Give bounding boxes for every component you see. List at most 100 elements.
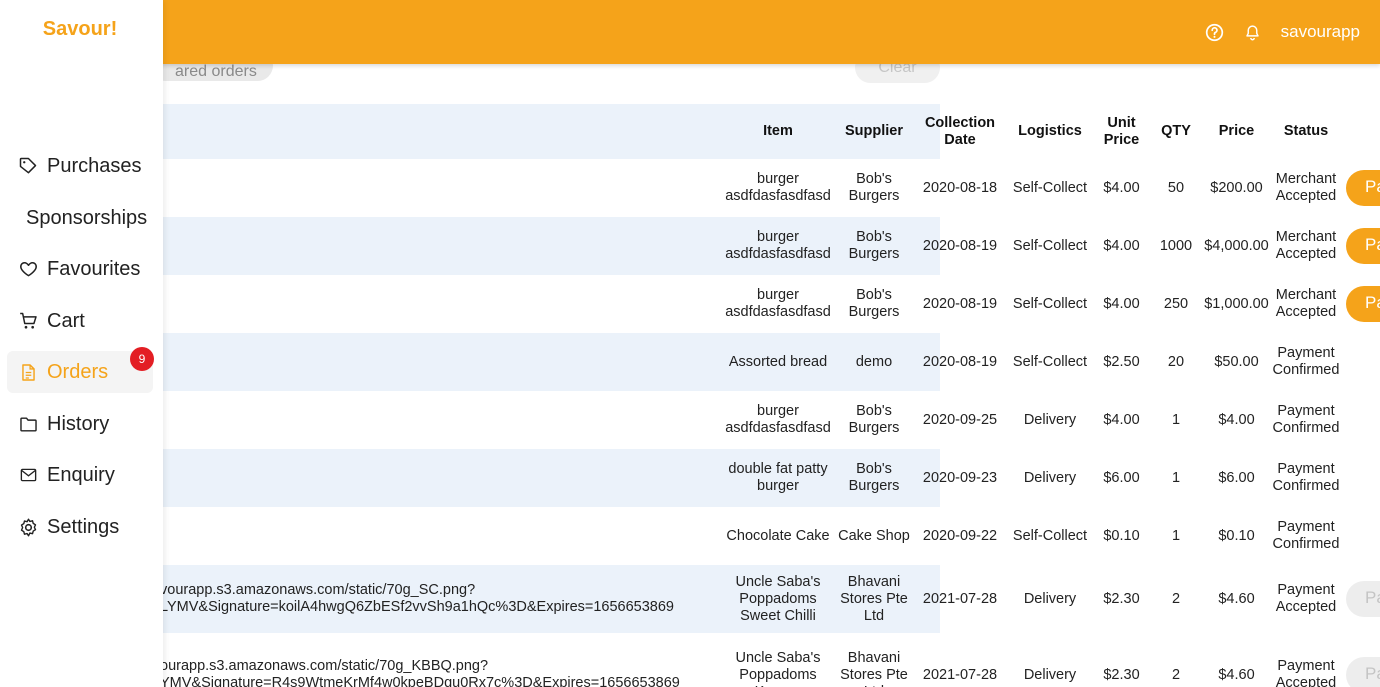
sidebar-item-sponsorships[interactable]: Sponsorships	[7, 197, 153, 239]
sidebar-item-label: History	[47, 412, 110, 435]
supplier-cell: demo	[855, 353, 893, 370]
logistics-cell: Self-Collect	[1012, 237, 1088, 254]
table-body: burger asdfdasfasdfasd Bob's Burgers 2020-…	[0, 159, 1380, 687]
brand-logo[interactable]: Savour!	[0, 18, 160, 41]
sidebar-item-label: Enquiry	[47, 463, 115, 486]
supplier-cell: Cake Shop	[838, 527, 910, 544]
item-cell: Assorted bread	[728, 353, 828, 370]
status-cell: Payment Confirmed	[1272, 519, 1340, 552]
status-cell: Merchant Accepted	[1275, 229, 1337, 262]
username-menu[interactable]: savourapp	[1281, 22, 1360, 42]
status-cell: Merchant Accepted	[1275, 287, 1337, 320]
supplier-cell: Bob's Burgers	[848, 403, 900, 436]
logistics-cell: Delivery	[1023, 666, 1077, 683]
bell-icon[interactable]	[1243, 22, 1263, 42]
sidebar-item-settings[interactable]: Settings	[7, 506, 153, 548]
image-url-cell	[160, 217, 720, 275]
gear-icon	[17, 516, 39, 538]
orders-page: ared orders Clear Item Supplier Collecti…	[0, 0, 1380, 687]
pay-button[interactable]: Pa	[1346, 286, 1380, 322]
unit-price-cell: $6.00	[1103, 469, 1140, 486]
logistics-cell: Self-Collect	[1012, 295, 1088, 312]
item-cell: Chocolate Cake	[726, 527, 830, 544]
table-row: double fat patty burger Bob's Burgers 2020…	[0, 449, 1380, 507]
image-url-cell	[160, 507, 720, 565]
sidebar-item-label: Favourites	[47, 257, 141, 280]
qty-cell: 250	[1163, 295, 1189, 312]
table-row: burger asdfdasfasdfasd Bob's Burgers 2020-…	[0, 391, 1380, 449]
price-cell: $4.60	[1218, 666, 1255, 683]
price-cell: $200.00	[1210, 179, 1263, 196]
sidebar-item-label: Settings	[47, 515, 120, 538]
item-cell: Uncle Saba's Poppadoms Sweet Chilli	[735, 573, 821, 624]
sidebar-item-label: Cart	[47, 309, 85, 332]
header-status: Status	[1283, 123, 1329, 139]
price-cell: $1,000.00	[1204, 295, 1269, 312]
logistics-cell: Delivery	[1023, 590, 1077, 607]
image-url-cell: ourapp.s3.amazonaws.com/static/70g_KBBQ.…	[160, 658, 680, 687]
sidebar-item-purchases[interactable]: Purchases	[7, 145, 153, 187]
price-cell: $4.60	[1218, 590, 1255, 607]
collection-date-cell: 2020-08-19	[922, 353, 998, 370]
price-cell: $50.00	[1214, 353, 1259, 370]
item-cell: burger asdfdasfasdfasd	[725, 171, 831, 204]
price-cell: $0.10	[1218, 527, 1255, 544]
header-qty: QTY	[1161, 123, 1191, 139]
logistics-cell: Delivery	[1023, 411, 1077, 428]
header-price: Price	[1218, 123, 1255, 139]
unit-price-cell: $0.10	[1103, 527, 1140, 544]
price-cell: $6.00	[1218, 469, 1255, 486]
item-cell: burger asdfdasfasdfasd	[725, 403, 831, 436]
item-cell: burger asdfdasfasdfasd	[725, 229, 831, 262]
sidebar-item-label: Purchases	[47, 154, 142, 177]
collection-date-cell: 2020-09-23	[922, 469, 998, 486]
collection-date-cell: 2020-08-19	[922, 237, 998, 254]
unit-price-cell: $2.50	[1103, 353, 1140, 370]
table-row: Chocolate Cake Cake Shop 2020-09-22 Self-Co…	[0, 507, 1380, 565]
table-row: Assorted bread demo 2020-08-19 Self-Collect…	[0, 333, 1380, 391]
mail-icon	[17, 464, 39, 486]
supplier-cell: Bhavani Stores Pte Ltd	[840, 573, 908, 624]
table-header-row: Item Supplier Collection Date Logistics …	[0, 104, 1380, 159]
qty-cell: 1	[1171, 411, 1181, 428]
sidebar-item-enquiry[interactable]: Enquiry	[7, 454, 153, 496]
status-cell: Merchant Accepted	[1275, 171, 1337, 204]
table-row: ourapp.s3.amazonaws.com/static/70g_KBBQ.…	[0, 633, 1380, 687]
document-icon	[17, 361, 39, 383]
supplier-cell: Bob's Burgers	[848, 287, 900, 320]
heart-icon	[17, 258, 39, 280]
unit-price-cell: $2.30	[1103, 590, 1140, 607]
header-item: Item	[763, 123, 793, 139]
image-url-cell	[160, 275, 720, 333]
pay-button[interactable]: Pa	[1346, 581, 1380, 617]
filter-chip-label: ared orders	[175, 63, 257, 80]
unit-price-cell: $4.00	[1103, 295, 1140, 312]
collection-date-cell: 2020-08-18	[922, 179, 998, 196]
sidebar-item-cart[interactable]: Cart	[7, 300, 153, 342]
sidebar-item-favourites[interactable]: Favourites	[7, 248, 153, 290]
collection-date-cell: 2020-09-22	[922, 527, 998, 544]
pay-button[interactable]: Pa	[1346, 228, 1380, 264]
price-cell: $4,000.00	[1204, 237, 1269, 254]
item-cell: Uncle Saba's Poppadoms Korean	[735, 649, 821, 687]
sidebar-item-history[interactable]: History	[7, 403, 153, 445]
logistics-cell: Delivery	[1023, 469, 1077, 486]
logistics-cell: Self-Collect	[1012, 527, 1088, 544]
item-cell: burger asdfdasfasdfasd	[725, 287, 831, 320]
sidebar-item-label: Orders	[47, 360, 109, 383]
image-url-cell	[160, 159, 720, 217]
header-supplier: Supplier	[844, 123, 903, 139]
pay-button[interactable]: Pa	[1346, 657, 1380, 687]
qty-cell: 1	[1171, 469, 1181, 486]
supplier-cell: Bhavani Stores Pte Ltd	[840, 649, 908, 687]
unit-price-cell: $4.00	[1103, 411, 1140, 428]
price-cell: $4.00	[1218, 411, 1255, 428]
pay-button[interactable]: Pa	[1346, 170, 1380, 206]
help-circle-icon[interactable]	[1205, 22, 1225, 42]
item-cell: double fat patty burger	[728, 461, 828, 494]
collection-date-cell: 2020-08-19	[922, 295, 998, 312]
image-url-cell	[160, 449, 720, 507]
qty-cell: 1	[1171, 527, 1181, 544]
image-url-cell: vourapp.s3.amazonaws.com/static/70g_SC.p…	[160, 582, 674, 615]
table-row: burger asdfdasfasdfasd Bob's Burgers 2020-…	[0, 217, 1380, 275]
